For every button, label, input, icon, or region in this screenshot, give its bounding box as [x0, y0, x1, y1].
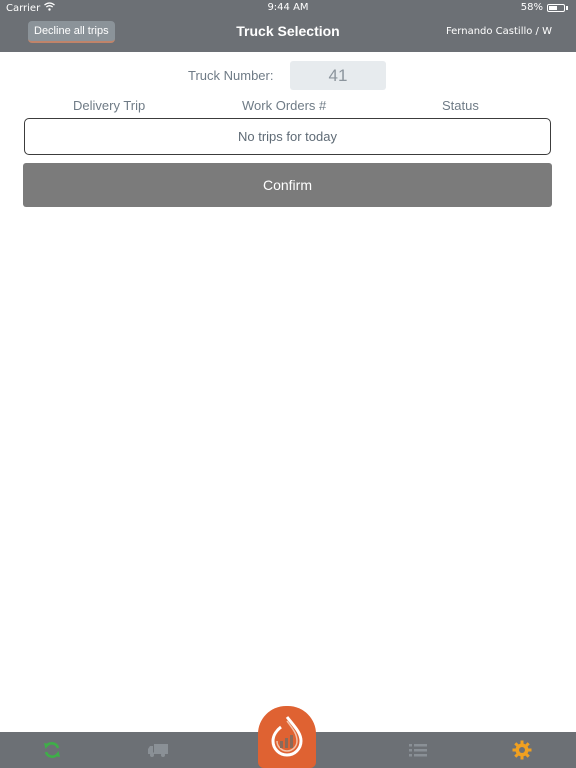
- battery-nub: [566, 5, 568, 10]
- list-icon[interactable]: [406, 738, 430, 762]
- header-delivery-trip: Delivery Trip: [73, 98, 146, 113]
- status-time: 9:44 AM: [267, 2, 309, 13]
- trips-table-header: Delivery Trip Work Orders # Status: [0, 98, 576, 116]
- user-name: Fernando Castillo / W: [445, 26, 552, 37]
- battery-icon: [547, 3, 565, 12]
- battery-fill: [549, 5, 558, 10]
- status-bar: Carrier 9:44 AM 58%: [0, 0, 576, 16]
- truck-number-row: Truck Number: 41: [0, 61, 576, 91]
- confirm-button[interactable]: Confirm: [23, 163, 552, 207]
- trips-list: No trips for today: [24, 118, 551, 155]
- gear-icon[interactable]: [510, 738, 534, 762]
- empty-trips-message: No trips for today: [238, 129, 337, 144]
- nav-bar: Decline all trips Truck Selection Fernan…: [0, 16, 576, 52]
- truck-icon[interactable]: [146, 738, 170, 762]
- truck-number-label: Truck Number:: [188, 68, 274, 83]
- battery-percent: 58%: [520, 2, 543, 13]
- app-logo-icon: [267, 713, 307, 762]
- header-work-orders: Work Orders #: [242, 98, 327, 113]
- app-logo-button[interactable]: [258, 706, 316, 768]
- truck-number-field[interactable]: 41: [290, 61, 386, 90]
- sync-icon[interactable]: [40, 738, 64, 762]
- status-bar-right: 58%: [521, 2, 568, 13]
- header-status: Status: [442, 98, 479, 113]
